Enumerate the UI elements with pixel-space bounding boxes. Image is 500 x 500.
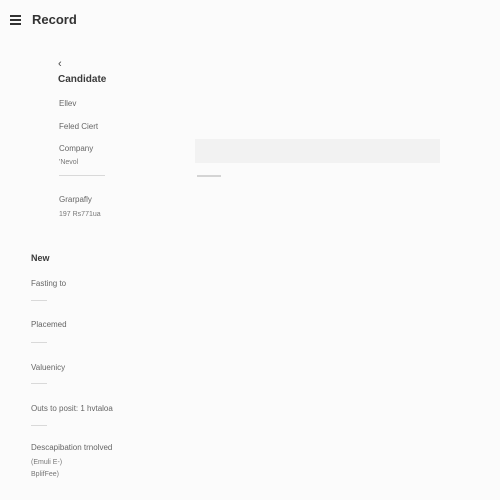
back-arrow-icon[interactable]: ‹ <box>58 58 62 70</box>
description-label: Descapibation trnolved <box>31 443 113 452</box>
outs-to-posit-field[interactable] <box>31 425 47 426</box>
candidate-field-2-label: Feled Ciert <box>59 122 99 131</box>
description-line-1: (Emuli E-) <box>31 459 63 466</box>
description-line-2: BplifFee) <box>31 471 60 478</box>
fasting-to-field[interactable] <box>31 300 47 301</box>
company-underline <box>59 175 105 176</box>
hamburger-menu-icon[interactable] <box>10 15 21 25</box>
company-label: Company <box>59 144 94 153</box>
company-input[interactable] <box>195 139 440 163</box>
candidate-section-title: Candidate <box>58 74 107 85</box>
geography-label: Grarpafly <box>59 195 92 204</box>
fasting-to-label: Fasting to <box>31 279 67 288</box>
app-header: Record <box>0 0 500 40</box>
outs-to-posit-label: Outs to posit: 1 hvtaloa <box>31 404 113 413</box>
company-link[interactable] <box>197 175 221 177</box>
placemed-field[interactable] <box>31 342 47 343</box>
company-value: 'Nevol <box>59 159 79 166</box>
page-title: Record <box>32 12 77 27</box>
placemed-label: Placemed <box>31 320 67 329</box>
valuenicy-label: Valuenicy <box>31 363 66 372</box>
geography-value: 197 Rs771ua <box>59 211 101 218</box>
new-section-title: New <box>31 253 50 263</box>
candidate-field-1-label: Ellev <box>59 99 77 108</box>
valuenicy-field[interactable] <box>31 383 47 384</box>
